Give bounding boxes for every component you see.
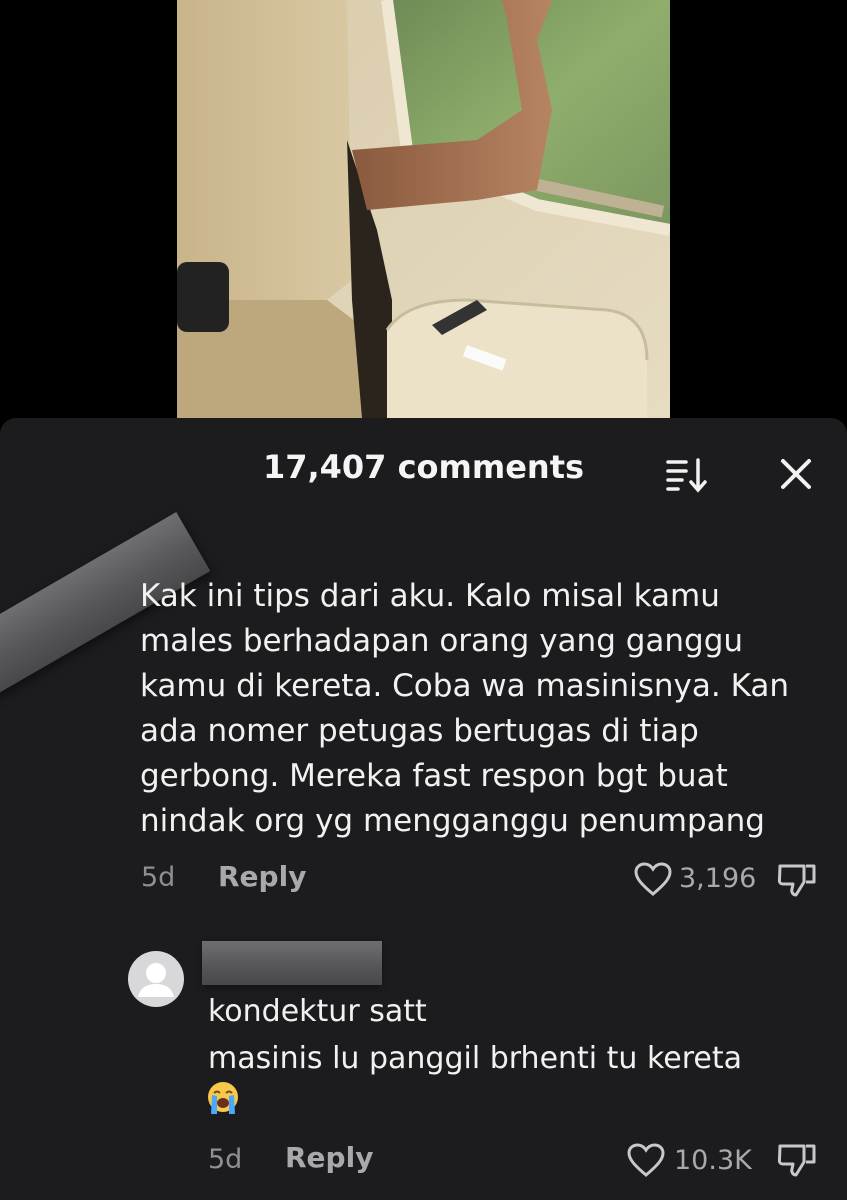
reply-timestamp: 5d bbox=[208, 1144, 243, 1175]
dislike-button[interactable] bbox=[776, 1140, 818, 1180]
heart-icon bbox=[627, 1143, 665, 1177]
like-count: 3,196 bbox=[679, 863, 757, 894]
avatar[interactable] bbox=[128, 951, 184, 1007]
comment-text: Kak ini tips dari aku. Kalo misal kamu m… bbox=[140, 578, 790, 839]
close-button[interactable] bbox=[776, 454, 816, 494]
dislike-button[interactable] bbox=[776, 860, 818, 900]
thumbs-down-icon bbox=[777, 1144, 816, 1177]
thumbs-down-icon bbox=[777, 864, 816, 897]
like-count: 10.3K bbox=[674, 1145, 752, 1176]
comments-count-title: 17,407 comments bbox=[262, 448, 585, 486]
reply-button[interactable]: Reply bbox=[218, 860, 306, 893]
default-avatar-icon bbox=[138, 963, 174, 997]
video-thumbnail[interactable] bbox=[177, 0, 670, 418]
sort-icon bbox=[666, 458, 707, 493]
sort-button[interactable] bbox=[664, 456, 710, 494]
like-button[interactable] bbox=[633, 861, 673, 897]
redacted-username bbox=[202, 941, 382, 985]
close-icon bbox=[781, 459, 811, 489]
comment-timestamp: 5d bbox=[141, 862, 176, 893]
like-button[interactable] bbox=[626, 1142, 666, 1178]
reply-text: kondektur satt masinis lu panggil brhent… bbox=[208, 994, 743, 1076]
reply-button[interactable]: Reply bbox=[285, 1141, 373, 1174]
video-frame-image bbox=[177, 0, 670, 418]
heart-icon bbox=[634, 862, 672, 896]
loudly-crying-face-icon bbox=[206, 1080, 240, 1116]
